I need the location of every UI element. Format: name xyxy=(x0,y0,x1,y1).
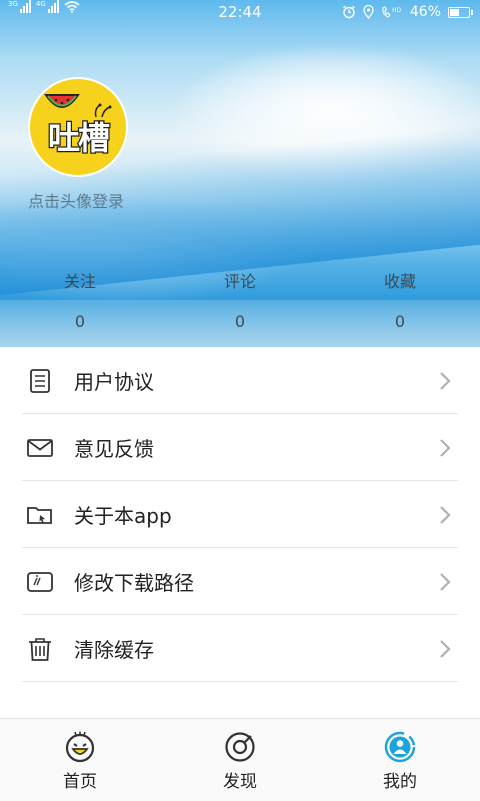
menu-label: 意见反馈 xyxy=(74,437,154,461)
battery-icon xyxy=(448,6,473,18)
status-bar: 3G 4G 22:44 HD 46% xyxy=(0,0,480,24)
chevron-right-icon xyxy=(440,371,451,390)
settings-menu: 用户协议 意见反馈 关于本app 修改下载路径 清除缓存 xyxy=(0,347,480,682)
alarm-icon xyxy=(342,5,355,19)
chevron-right-icon xyxy=(440,572,451,591)
tab-label: 首页 xyxy=(63,772,97,792)
menu-item-download-path[interactable]: 修改下载路径 xyxy=(0,548,480,615)
stat-label: 评论 xyxy=(223,272,256,291)
hd-call-icon: HD xyxy=(382,6,402,18)
user-icon xyxy=(384,731,416,763)
stat-favorites[interactable]: 收藏 0 xyxy=(350,268,450,331)
menu-label: 修改下载路径 xyxy=(74,571,194,595)
login-hint[interactable]: 点击头像登录 xyxy=(28,188,124,212)
smiley-icon xyxy=(65,731,95,763)
tab-discover[interactable]: 发现 xyxy=(180,719,300,801)
mail-icon xyxy=(27,438,53,457)
sd-card-icon xyxy=(27,571,53,592)
tab-home[interactable]: 首页 xyxy=(20,719,140,801)
folder-icon xyxy=(27,506,52,524)
tab-label: 我的 xyxy=(383,772,417,792)
bug-antenna-icon xyxy=(94,103,112,118)
stat-label: 收藏 xyxy=(383,272,416,291)
trash-icon xyxy=(29,637,51,661)
menu-item-user-agreement[interactable]: 用户协议 xyxy=(0,347,480,414)
menu-label: 用户协议 xyxy=(74,370,154,394)
battery-percent: 46% xyxy=(409,4,441,20)
compass-icon xyxy=(225,732,255,762)
menu-label: 关于本app xyxy=(74,504,172,528)
stat-value: 0 xyxy=(234,312,246,331)
menu-item-clear-cache[interactable]: 清除缓存 xyxy=(0,615,480,682)
stat-comment[interactable]: 评论 0 xyxy=(190,268,290,331)
stat-value: 0 xyxy=(394,312,406,331)
stat-label: 关注 xyxy=(63,272,96,291)
bottom-tab-bar: 首页 发现 我的 xyxy=(0,718,480,801)
chevron-right-icon xyxy=(440,639,451,658)
avatar-logo-text: 吐槽 xyxy=(47,118,112,159)
stat-value: 0 xyxy=(74,312,86,331)
menu-item-about[interactable]: 关于本app xyxy=(0,481,480,548)
svg-text:HD: HD xyxy=(392,7,402,14)
menu-item-feedback[interactable]: 意见反馈 xyxy=(0,414,480,481)
document-icon xyxy=(30,368,50,393)
chevron-right-icon xyxy=(440,505,451,524)
watermelon-icon xyxy=(44,94,80,108)
stat-follow[interactable]: 关注 0 xyxy=(30,268,130,331)
chevron-right-icon xyxy=(440,438,451,457)
avatar[interactable]: 吐槽 xyxy=(28,77,128,177)
tab-mine[interactable]: 我的 xyxy=(340,719,460,801)
tab-label: 发现 xyxy=(223,772,257,792)
location-icon xyxy=(363,5,374,19)
menu-label: 清除缓存 xyxy=(74,638,154,662)
